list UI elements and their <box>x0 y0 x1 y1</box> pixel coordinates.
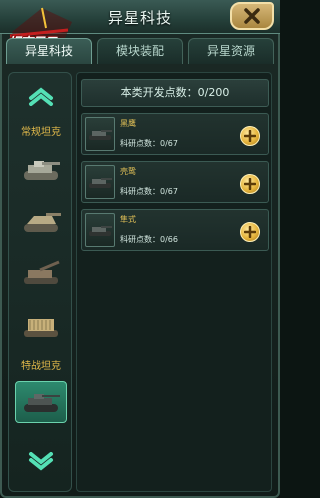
tech-item-name: 壳鸷 <box>120 167 136 176</box>
category-special-tanks[interactable]: 特战坦克 <box>9 357 73 372</box>
tab-module-assembly[interactable]: 模块装配 <box>97 38 183 64</box>
tank-slot-4[interactable] <box>15 305 67 347</box>
tank-icon <box>24 161 60 180</box>
tech-item-2: 壳鸷 科研点数：0/67 <box>81 161 269 203</box>
plus-icon <box>244 130 256 142</box>
tab-alien-resources[interactable]: 异星资源 <box>188 38 274 64</box>
tank-slot-3[interactable] <box>15 253 67 295</box>
tech-item-1: 黑鹰 科研点数：0/67 <box>81 113 269 155</box>
tab-alien-tech[interactable]: 异星科技 <box>6 38 92 64</box>
tech-list-panel: 本类开发点数：0/200 黑鹰 科研点数：0/67 壳鸷 科研点数：0/67 隼… <box>76 72 272 492</box>
category-regular-tanks[interactable]: 常规坦克 <box>9 123 73 138</box>
close-button[interactable] <box>230 2 274 30</box>
research-plus-button[interactable] <box>240 126 260 146</box>
tank-icon <box>89 178 112 188</box>
tank-sidebar: 常规坦克 特战坦克 <box>8 72 72 492</box>
scroll-down-button[interactable] <box>23 451 59 473</box>
tab-bar: 异星科技 模块装配 异星资源 <box>6 38 274 64</box>
tank-icon <box>89 130 112 140</box>
tech-item-3: 隼式 科研点数：0/66 <box>81 209 269 251</box>
plus-icon <box>244 178 256 190</box>
window-title: 异星科技 <box>107 9 172 27</box>
tank-slot-2[interactable] <box>15 201 67 243</box>
category-points-display: 本类开发点数：0/200 <box>81 79 269 107</box>
tech-thumbnail <box>85 165 115 199</box>
chevron-up-icon <box>29 87 53 106</box>
tech-thumbnail <box>85 117 115 151</box>
research-plus-button[interactable] <box>240 222 260 242</box>
tank-destroyer-icon <box>24 213 61 232</box>
artillery-icon <box>24 260 60 284</box>
tech-item-points: 科研点数：0/67 <box>120 187 178 196</box>
tech-item-name: 黑鹰 <box>120 119 136 128</box>
close-icon <box>244 8 260 24</box>
tank-slot-5-selected[interactable] <box>15 381 67 423</box>
tech-item-points: 科研点数：0/66 <box>120 235 178 244</box>
chevron-down-icon <box>29 452 53 471</box>
tech-item-name: 隼式 <box>120 215 136 224</box>
tech-thumbnail <box>85 213 115 247</box>
tank-slot-1[interactable] <box>15 149 67 191</box>
rocket-launcher-icon <box>24 319 58 337</box>
plus-icon <box>244 226 256 238</box>
research-plus-button[interactable] <box>240 174 260 194</box>
tech-item-points: 科研点数：0/67 <box>120 139 178 148</box>
scroll-up-button[interactable] <box>23 85 59 107</box>
tank-icon <box>89 226 112 236</box>
special-tank-icon <box>24 394 60 412</box>
